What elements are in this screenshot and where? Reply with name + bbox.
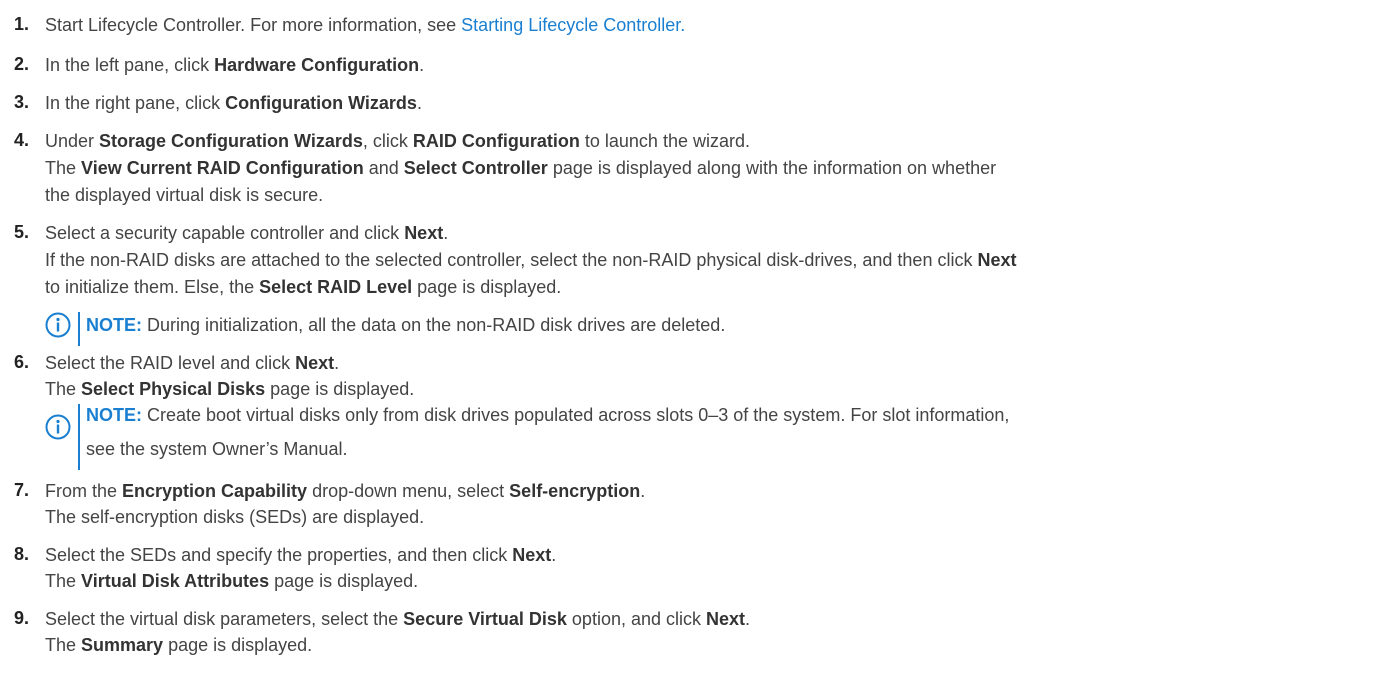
step-number: 3.	[14, 92, 30, 112]
info-circle-icon	[45, 414, 71, 440]
procedure-list: 1. Start Lifecycle Controller. For more …	[0, 0, 1391, 680]
step-number: 8.	[14, 544, 30, 564]
note-text: NOTE: During initialization, all the dat…	[86, 315, 726, 335]
note-divider	[78, 404, 80, 470]
step-result-cont: the displayed virtual disk is secure.	[45, 185, 324, 205]
step-result-cont: to initialize them. Else, the Select RAI…	[45, 277, 562, 297]
starting-lifecycle-controller-link[interactable]: Starting Lifecycle Controller.	[461, 15, 685, 35]
step-number: 4.	[14, 130, 30, 150]
step-text: Select the RAID level and click Next.	[45, 353, 340, 373]
note-text: NOTE: Create boot virtual disks only fro…	[86, 405, 1010, 425]
step-text: Select the virtual disk parameters, sele…	[45, 609, 751, 629]
note-divider	[78, 312, 80, 346]
step-result: The self-encryption disks (SEDs) are dis…	[45, 507, 425, 527]
step-number: 6.	[14, 352, 30, 372]
step-number: 1.	[14, 14, 30, 34]
step-text: In the right pane, click Configuration W…	[45, 93, 422, 113]
step-number: 2.	[14, 54, 30, 74]
step-result: The View Current RAID Configuration and …	[45, 158, 997, 178]
step-result: The Virtual Disk Attributes page is disp…	[45, 571, 419, 591]
step-number: 9.	[14, 608, 30, 628]
step-text: In the left pane, click Hardware Configu…	[45, 55, 425, 75]
step-text: Select a security capable controller and…	[45, 223, 449, 243]
info-circle-icon	[45, 312, 71, 338]
step-number: 7.	[14, 480, 30, 500]
step-number: 5.	[14, 222, 30, 242]
note-text-cont: see the system Owner’s Manual.	[86, 439, 348, 459]
step-text: Under Storage Configuration Wizards, cli…	[45, 131, 750, 151]
step-text: From the Encryption Capability drop-down…	[45, 481, 646, 501]
step-result: The Summary page is displayed.	[45, 635, 313, 655]
step-text: Select the SEDs and specify the properti…	[45, 545, 557, 565]
step-result: The Select Physical Disks page is displa…	[45, 379, 415, 399]
step-text: Start Lifecycle Controller. For more inf…	[45, 15, 686, 35]
step-result: If the non-RAID disks are attached to th…	[45, 250, 1017, 270]
